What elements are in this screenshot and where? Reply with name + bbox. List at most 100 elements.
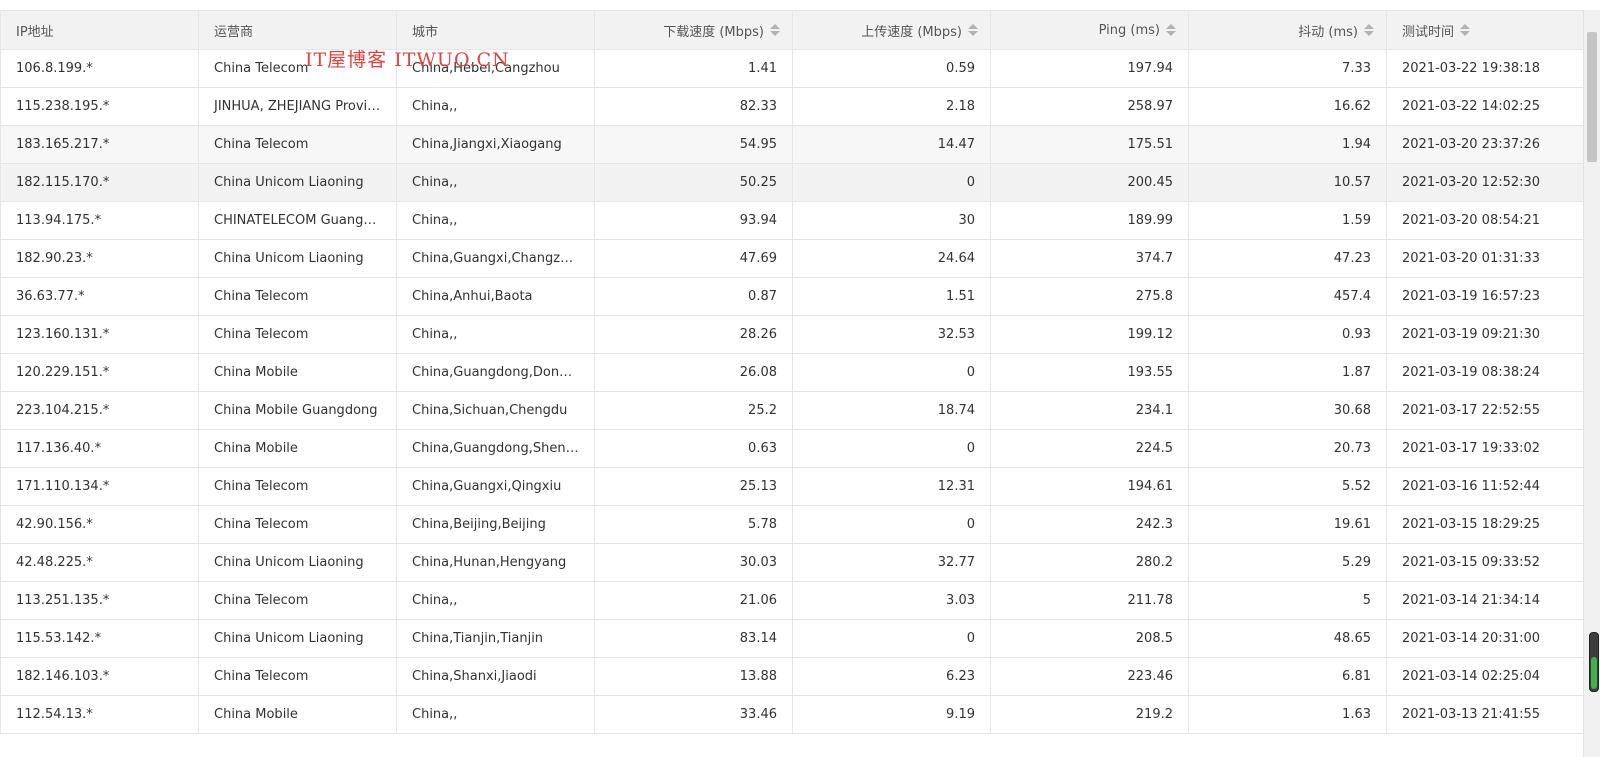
cell-upload: 0.59 — [792, 49, 991, 88]
cell-isp: China Telecom — [198, 467, 397, 506]
cell-isp: China Telecom — [198, 315, 397, 354]
sort-ascending-icon[interactable] — [1364, 24, 1374, 29]
cell-test-time: 2021-03-13 21:41:55 — [1386, 695, 1584, 734]
table-row[interactable]: 106.8.199.* China Telecom China,Hebei,Cang… — [0, 49, 1584, 88]
sort-descending-icon[interactable] — [1364, 31, 1374, 36]
cell-ip: 182.115.170.* — [0, 163, 199, 202]
cell-city: China,Hunan,Hengyang — [396, 543, 595, 582]
table-row[interactable]: 182.146.103.* China Telecom China,Shanxi,J… — [0, 657, 1584, 696]
column-header-upload[interactable]: 上传速度 (Mbps) — [792, 10, 991, 50]
column-header-content: 抖动 (ms) — [1298, 21, 1374, 40]
column-header-ping[interactable]: Ping (ms) — [990, 10, 1189, 50]
table-body: 106.8.199.* China Telecom China,Hebei,Cang… — [0, 49, 1584, 734]
cell-jitter: 47.23 — [1188, 239, 1387, 278]
cell-ip: 113.94.175.* — [0, 201, 199, 240]
column-header-content: 测试时间 — [1402, 21, 1471, 40]
table-row[interactable]: 120.229.151.* China Mobile China,Guangdong… — [0, 353, 1584, 392]
cell-city: China,, — [396, 163, 595, 202]
cell-isp: China Telecom — [198, 657, 397, 696]
column-header-label: 城市 — [412, 24, 439, 40]
cell-download: 21.06 — [594, 581, 793, 620]
side-widget-handle[interactable] — [1589, 632, 1599, 692]
speedtest-results-table: IP地址 运营商 城市 下载速度 (Mbps) 上传速度 (Mbps) Ping (ms)… — [0, 10, 1584, 734]
table-row[interactable]: 223.104.215.* China Mobile Guangdong China… — [0, 391, 1584, 430]
cell-ping: 234.1 — [990, 391, 1189, 430]
cell-isp: China Mobile — [198, 429, 397, 468]
cell-ip: 36.63.77.* — [0, 277, 199, 316]
column-header-ip: IP地址 — [0, 10, 199, 50]
cell-download: 50.25 — [594, 163, 793, 202]
sort-icon[interactable] — [1166, 23, 1176, 37]
table-row[interactable]: 183.165.217.* China Telecom China,Jiangxi,… — [0, 125, 1584, 164]
table-row[interactable]: 115.53.142.* China Unicom Liaoning China,T… — [0, 619, 1584, 658]
cell-test-time: 2021-03-20 12:52:30 — [1386, 163, 1584, 202]
cell-test-time: 2021-03-20 08:54:21 — [1386, 201, 1584, 240]
sort-descending-icon[interactable] — [968, 31, 978, 36]
column-header-jitter[interactable]: 抖动 (ms) — [1188, 10, 1387, 50]
table-row[interactable]: 123.160.131.* China Telecom China,, 28.26 32… — [0, 315, 1584, 354]
cell-ping: 280.2 — [990, 543, 1189, 582]
cell-isp: China Unicom Liaoning — [198, 239, 397, 278]
cell-ip: 182.146.103.* — [0, 657, 199, 696]
column-header-download[interactable]: 下载速度 (Mbps) — [594, 10, 793, 50]
cell-download: 47.69 — [594, 239, 793, 278]
sort-ascending-icon[interactable] — [968, 24, 978, 29]
table-row[interactable]: 42.48.225.* China Unicom Liaoning China,Hu… — [0, 543, 1584, 582]
cell-city: China,Guangxi,Changzhou — [396, 239, 595, 278]
cell-ping: 199.12 — [990, 315, 1189, 354]
cell-isp: China Telecom — [198, 49, 397, 88]
table-row[interactable]: 42.90.156.* China Telecom China,Beijing,Be… — [0, 505, 1584, 544]
cell-download: 28.26 — [594, 315, 793, 354]
sort-icon[interactable] — [770, 23, 780, 37]
cell-download: 82.33 — [594, 87, 793, 126]
cell-jitter: 10.57 — [1188, 163, 1387, 202]
column-header-content: 城市 — [412, 21, 438, 40]
column-header-content: 运营商 — [214, 21, 253, 40]
cell-jitter: 19.61 — [1188, 505, 1387, 544]
cell-ip: 183.165.217.* — [0, 125, 199, 164]
cell-test-time: 2021-03-15 18:29:25 — [1386, 505, 1584, 544]
table-row[interactable]: 112.54.13.* China Mobile China,, 33.46 9.19 2… — [0, 695, 1584, 734]
cell-ip: 113.251.135.* — [0, 581, 199, 620]
cell-ping: 197.94 — [990, 49, 1189, 88]
cell-isp: China Telecom — [198, 125, 397, 164]
cell-isp: China Unicom Liaoning — [198, 619, 397, 658]
cell-ping: 200.45 — [990, 163, 1189, 202]
table-row[interactable]: 113.251.135.* China Telecom China,, 21.06 3.… — [0, 581, 1584, 620]
sort-ascending-icon[interactable] — [1460, 24, 1471, 29]
table-row[interactable]: 113.94.175.* CHINATELECOM Guangdong China,… — [0, 201, 1584, 240]
sort-icon[interactable] — [1460, 23, 1471, 37]
cell-jitter: 7.33 — [1188, 49, 1387, 88]
table-row[interactable]: 117.136.40.* China Mobile China,Guangdong,… — [0, 429, 1584, 468]
sort-ascending-icon[interactable] — [770, 24, 780, 29]
cell-jitter: 1.87 — [1188, 353, 1387, 392]
table-row[interactable]: 115.238.195.* JINHUA, ZHEJIANG Province, … — [0, 87, 1584, 126]
cell-upload: 0 — [792, 353, 991, 392]
column-header-label: 测试时间 — [1402, 24, 1455, 40]
cell-city: China,Guangdong,Dongguan — [396, 353, 595, 392]
sort-icon[interactable] — [968, 23, 978, 37]
cell-upload: 30 — [792, 201, 991, 240]
scrollbar-thumb[interactable] — [1587, 32, 1597, 162]
cell-ping: 223.46 — [990, 657, 1189, 696]
sort-descending-icon[interactable] — [1460, 31, 1471, 36]
cell-jitter: 1.59 — [1188, 201, 1387, 240]
table-row[interactable]: 182.115.170.* China Unicom Liaoning China,… — [0, 163, 1584, 202]
cell-upload: 0 — [792, 163, 991, 202]
cell-upload: 14.47 — [792, 125, 991, 164]
table-row[interactable]: 171.110.134.* China Telecom China,Guangxi,… — [0, 467, 1584, 506]
cell-download: 1.41 — [594, 49, 793, 88]
header-row: IP地址 运营商 城市 下载速度 (Mbps) 上传速度 (Mbps) Ping (ms)… — [0, 10, 1584, 50]
sort-descending-icon[interactable] — [770, 31, 780, 36]
column-header-test-time[interactable]: 测试时间 — [1386, 10, 1584, 50]
sort-ascending-icon[interactable] — [1166, 24, 1176, 29]
cell-ip: 171.110.134.* — [0, 467, 199, 506]
speedtest-results-table-container[interactable]: IP地址 运营商 城市 下载速度 (Mbps) 上传速度 (Mbps) Ping (ms)… — [0, 10, 1584, 757]
cell-test-time: 2021-03-15 09:33:52 — [1386, 543, 1584, 582]
table-row[interactable]: 36.63.77.* China Telecom China,Anhui,Baota… — [0, 277, 1584, 316]
sort-icon[interactable] — [1364, 23, 1374, 37]
sort-descending-icon[interactable] — [1166, 31, 1176, 36]
table-row[interactable]: 182.90.23.* China Unicom Liaoning China,Gu… — [0, 239, 1584, 278]
cell-city: China,Jiangxi,Xiaogang — [396, 125, 595, 164]
cell-jitter: 1.94 — [1188, 125, 1387, 164]
